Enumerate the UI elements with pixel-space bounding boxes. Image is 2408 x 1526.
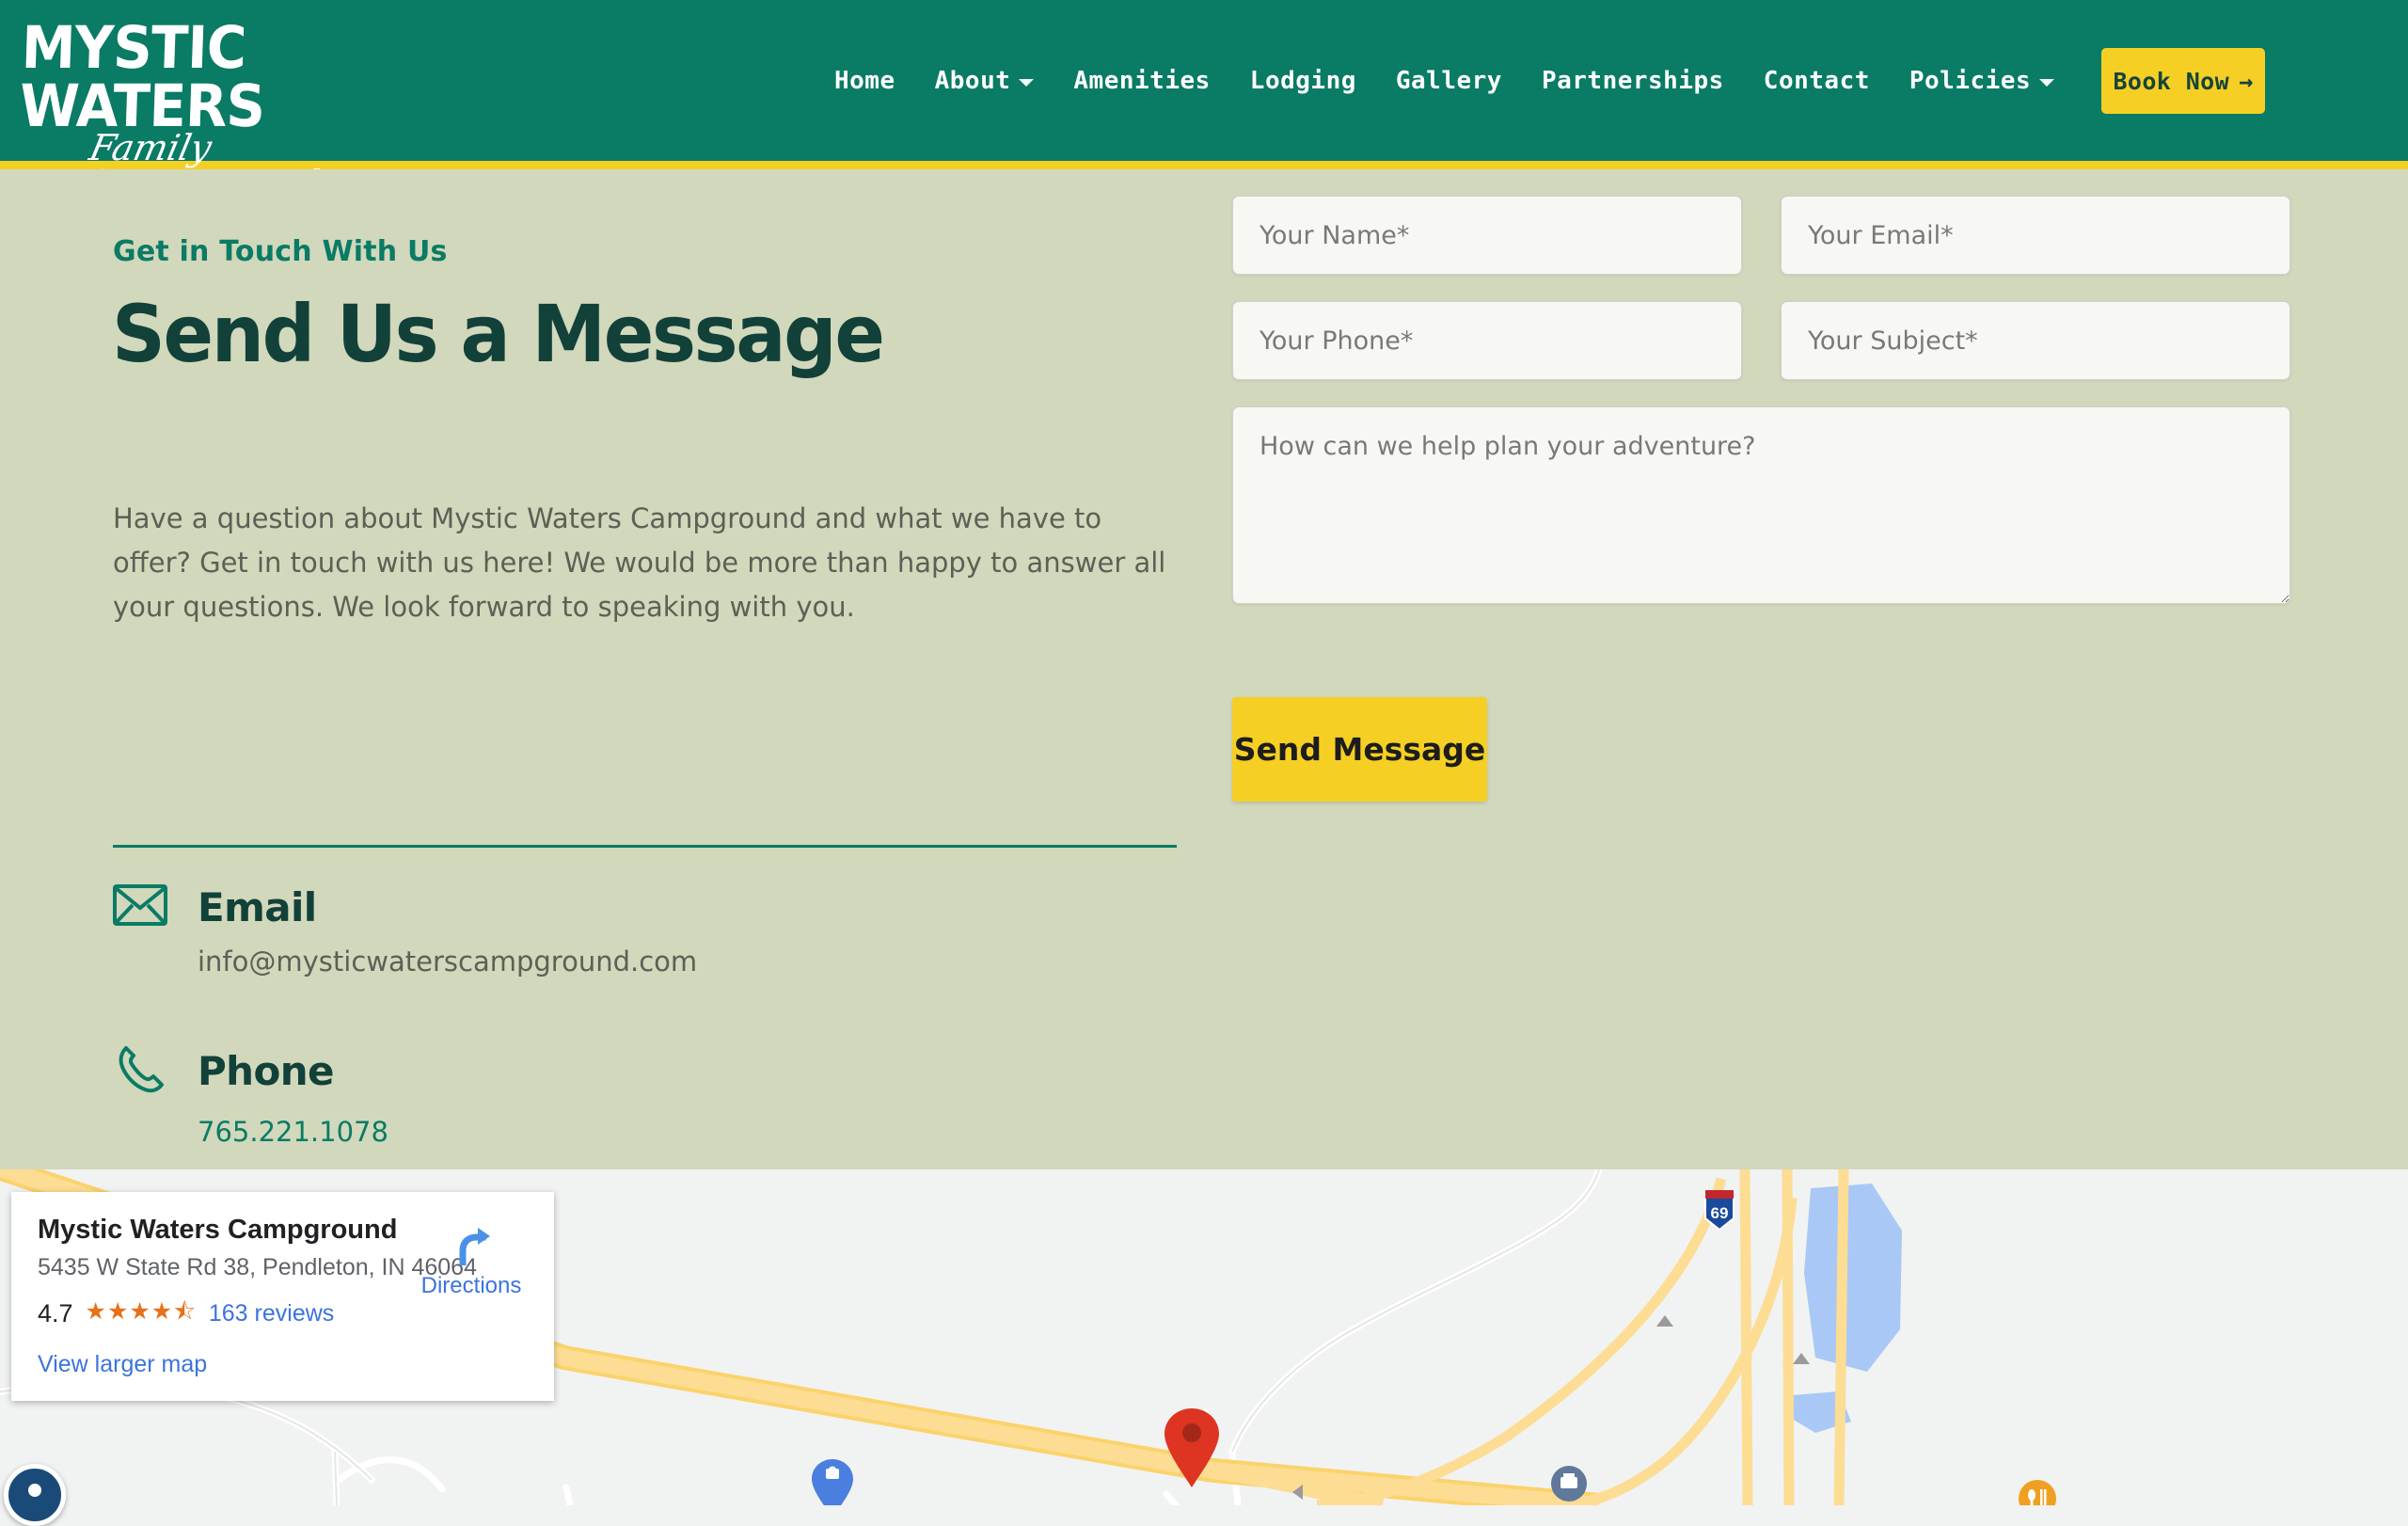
section-divider bbox=[113, 845, 1177, 848]
contact-section: Get in Touch With Us Send Us a Message H… bbox=[0, 169, 2408, 1169]
nav-item-gallery[interactable]: Gallery bbox=[1376, 67, 1522, 95]
map-info-rating-row: 4.7 ★★★★⯪ 163 reviews bbox=[38, 1294, 528, 1334]
contact-phone-title: Phone bbox=[198, 1048, 335, 1094]
envelope-icon bbox=[113, 884, 167, 930]
nav-label: Policies bbox=[1909, 66, 2032, 95]
nav-item-contact[interactable]: Contact bbox=[1744, 67, 1890, 95]
phone-icon bbox=[113, 1041, 167, 1101]
message-textarea[interactable] bbox=[1232, 406, 2290, 604]
arrow-right-icon: → bbox=[2239, 67, 2254, 95]
contact-phone-value[interactable]: 765.221.1078 bbox=[198, 1116, 388, 1148]
rating-score: 4.7 bbox=[38, 1299, 73, 1327]
nav-item-home[interactable]: Home bbox=[815, 67, 915, 95]
rating-stars-icon: ★★★★⯪ bbox=[85, 1298, 197, 1325]
map-info-card: Mystic Waters Campground 5435 W State Rd… bbox=[11, 1192, 554, 1401]
site-header: MYSTIC WATERS Family Campground Home Abo… bbox=[0, 0, 2408, 204]
nav-item-about[interactable]: About bbox=[915, 67, 1054, 95]
site-logo[interactable]: MYSTIC WATERS Family Campground bbox=[19, 13, 427, 204]
contact-phone-block: Phone 765.221.1078 bbox=[113, 1041, 388, 1148]
nav-label: Contact bbox=[1763, 66, 1870, 95]
email-input[interactable] bbox=[1781, 196, 2290, 275]
directions-label: Directions bbox=[420, 1273, 522, 1298]
book-now-button[interactable]: Book Now → bbox=[2101, 48, 2265, 114]
nav-label: About bbox=[934, 66, 1011, 95]
contact-email-title: Email bbox=[198, 884, 317, 930]
nav-item-policies[interactable]: Policies bbox=[1890, 67, 2074, 95]
nav-item-amenities[interactable]: Amenities bbox=[1054, 67, 1229, 95]
reviews-link[interactable]: 163 reviews bbox=[209, 1300, 334, 1327]
nav-label: Lodging bbox=[1249, 66, 1356, 95]
section-eyebrow: Get in Touch With Us bbox=[113, 235, 448, 268]
nav-label: Gallery bbox=[1395, 66, 1502, 95]
subject-input[interactable] bbox=[1781, 301, 2290, 380]
svg-text:69: 69 bbox=[1711, 1204, 1729, 1222]
contact-email-block: Email info@mysticwaterscampground.com bbox=[113, 884, 697, 978]
nav-item-partnerships[interactable]: Partnerships bbox=[1522, 67, 1744, 95]
logo-primary-text: MYSTIC WATERS bbox=[18, 13, 266, 140]
send-message-button[interactable]: Send Message bbox=[1232, 697, 1487, 802]
nav-item-lodging[interactable]: Lodging bbox=[1230, 67, 1376, 95]
view-larger-map-link[interactable]: View larger map bbox=[38, 1351, 528, 1378]
nav-label: Amenities bbox=[1073, 66, 1211, 95]
section-intro-paragraph: Have a question about Mystic Waters Camp… bbox=[113, 502, 1166, 623]
primary-navigation: Home About Amenities Lodging Gallery Par… bbox=[815, 0, 2074, 161]
phone-input[interactable] bbox=[1232, 301, 1742, 380]
name-input[interactable] bbox=[1232, 196, 1742, 275]
contact-email-value[interactable]: info@mysticwaterscampground.com bbox=[198, 946, 697, 978]
nav-label: Partnerships bbox=[1541, 66, 1724, 95]
accessibility-widget-button[interactable] bbox=[4, 1464, 66, 1526]
nav-label: Home bbox=[834, 66, 895, 95]
directions-icon bbox=[450, 1228, 493, 1269]
chevron-down-icon bbox=[1019, 78, 1035, 87]
book-now-label: Book Now bbox=[2113, 67, 2230, 95]
directions-button[interactable]: Directions bbox=[420, 1224, 522, 1299]
chevron-down-icon bbox=[2039, 78, 2055, 87]
page-title: Send Us a Message bbox=[112, 288, 885, 380]
contact-form: Send Message bbox=[1232, 169, 2290, 802]
